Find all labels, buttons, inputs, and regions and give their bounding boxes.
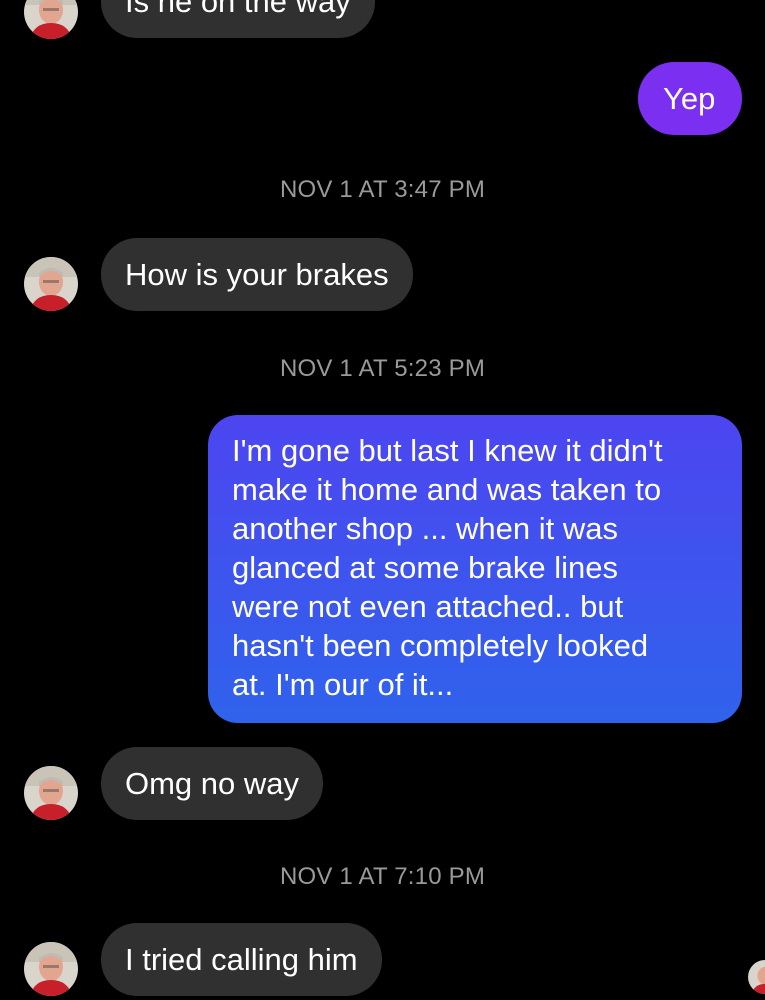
message-line: hasn't been completely looked <box>232 628 649 663</box>
outgoing-message-bubble[interactable]: Yep <box>638 62 742 135</box>
message-line: glanced at some brake lines <box>232 550 619 585</box>
incoming-message-bubble[interactable]: How is your brakes <box>101 238 413 311</box>
message-text: Omg no way <box>125 766 300 801</box>
contact-avatar[interactable] <box>24 0 78 39</box>
timestamp-divider: NOV 1 AT 5:23 PM <box>279 355 486 382</box>
message-thread: Is he on the way Yep NOV 1 AT 3:47 PM Ho… <box>0 0 765 1000</box>
read-receipt-icon <box>748 960 765 994</box>
outgoing-message-bubble[interactable]: I'm gone but last I knew it didn't make … <box>208 415 742 723</box>
message-text: I tried calling him <box>125 942 358 977</box>
contact-avatar-image <box>24 0 78 39</box>
contact-avatar-image <box>24 766 78 820</box>
message-line: were not even attached.. but <box>232 589 624 624</box>
message-line: at. I'm our of it... <box>232 667 454 702</box>
timestamp-divider: NOV 1 AT 3:47 PM <box>279 176 486 203</box>
contact-avatar[interactable] <box>24 942 78 996</box>
incoming-message-bubble[interactable]: Omg no way <box>101 747 324 820</box>
message-text: How is your brakes <box>125 257 389 292</box>
message-line: another shop ... when it was <box>232 511 619 546</box>
message-text: Yep <box>663 81 716 116</box>
contact-avatar-image <box>24 942 78 996</box>
message-text: Is he on the way <box>125 0 351 19</box>
incoming-message-bubble[interactable]: I tried calling him <box>101 923 382 996</box>
read-receipt-avatar-image <box>748 960 765 994</box>
message-line: make it home and was taken to <box>232 472 662 507</box>
message-line: I'm gone but last I knew it didn't <box>232 433 663 468</box>
contact-avatar[interactable] <box>24 257 78 311</box>
contact-avatar[interactable] <box>24 766 78 820</box>
incoming-message-bubble[interactable]: Is he on the way <box>101 0 375 38</box>
timestamp-divider: NOV 1 AT 7:10 PM <box>279 863 486 890</box>
contact-avatar-image <box>24 257 78 311</box>
